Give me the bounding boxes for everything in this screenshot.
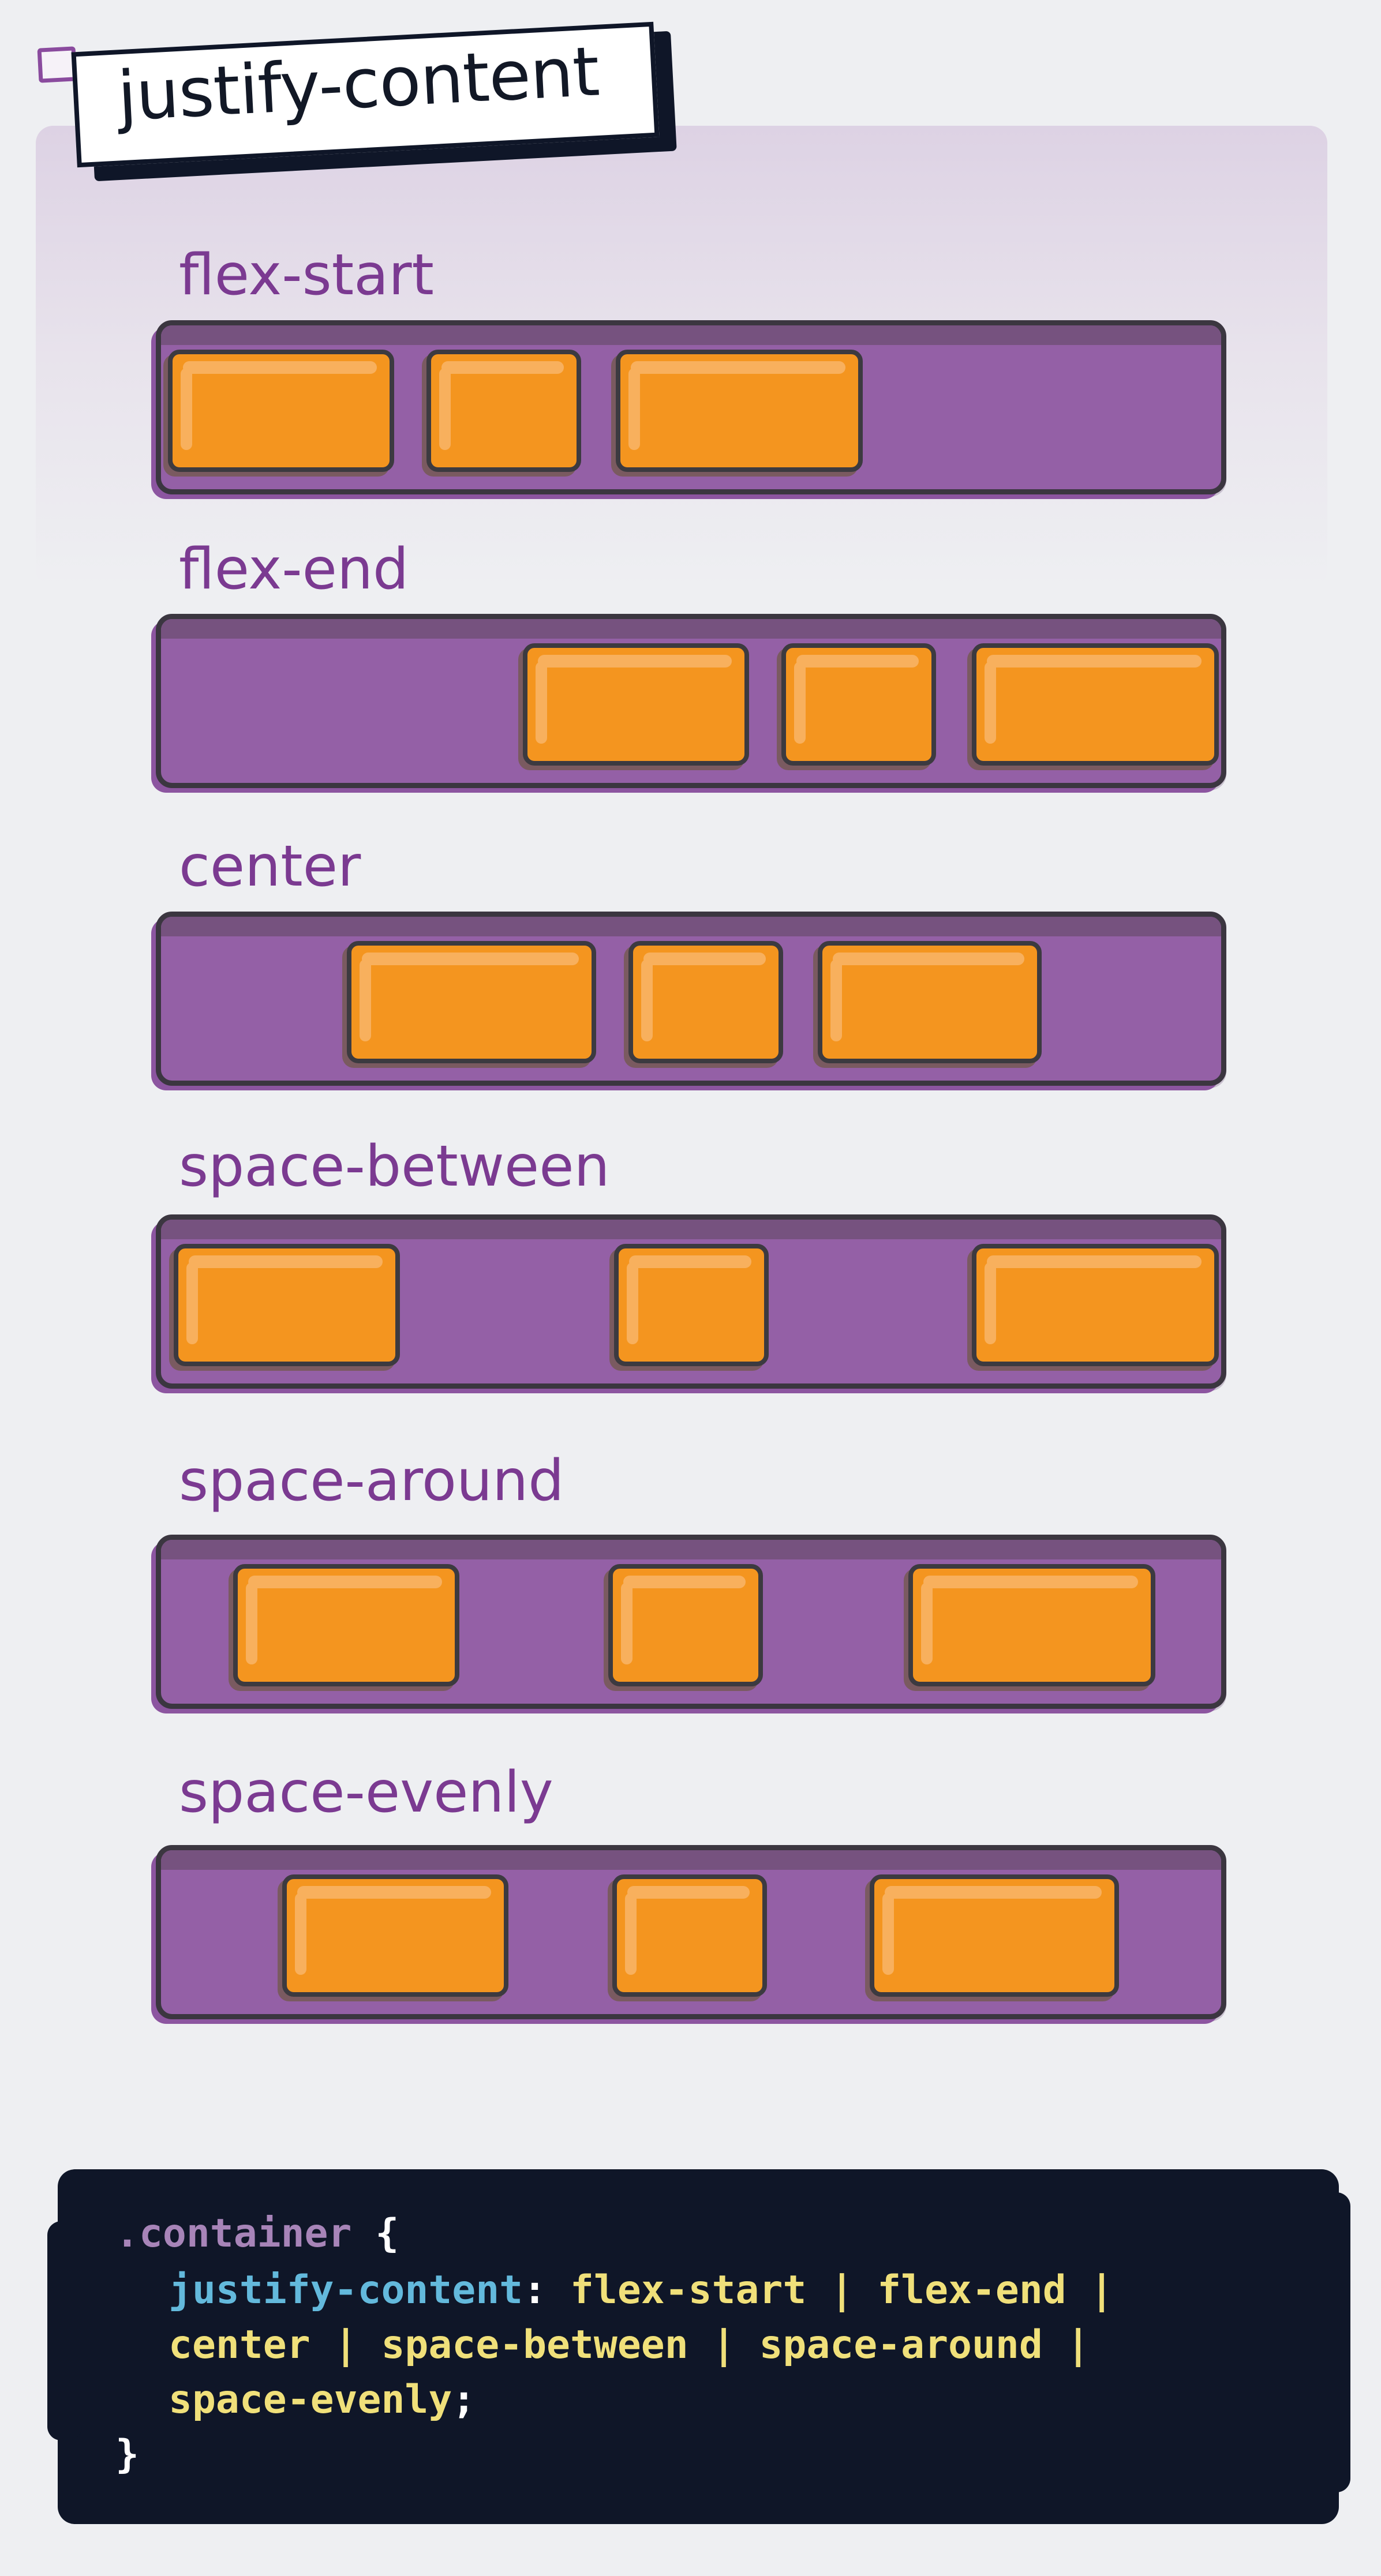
- title-badge: justify-content: [37, 21, 677, 183]
- code-colon: :: [523, 2267, 570, 2313]
- label-space-evenly: space-evenly: [179, 1760, 553, 1825]
- flex-container-flex-start: [156, 320, 1226, 494]
- code-line-3: center | space-between | space-around |: [169, 2322, 1090, 2368]
- label-space-around: space-around: [179, 1448, 564, 1514]
- code-line-5: }: [115, 2432, 139, 2477]
- code-values-3: space-evenly: [169, 2377, 452, 2423]
- flex-item: [347, 941, 596, 1063]
- flex-item: [870, 1874, 1119, 1997]
- flex-item: [972, 643, 1219, 766]
- code-block: .container { justify-content: flex-start…: [47, 2169, 1350, 2524]
- code-open-brace: {: [351, 2211, 399, 2256]
- flex-container-flex-end: [156, 614, 1226, 788]
- flex-item: [608, 1564, 763, 1686]
- flex-item: [972, 1244, 1219, 1366]
- flex-item: [908, 1564, 1155, 1686]
- code-line-2: justify-content: flex-start | flex-end |: [169, 2267, 1114, 2313]
- flex-item: [614, 1244, 769, 1366]
- label-flex-start: flex-start: [179, 242, 434, 308]
- label-flex-end: flex-end: [179, 537, 409, 602]
- flex-item: [612, 1874, 767, 1997]
- flex-item: [523, 643, 749, 766]
- flex-item: [233, 1564, 459, 1686]
- flex-item: [616, 350, 863, 472]
- flex-item: [282, 1874, 508, 1997]
- flex-item: [818, 941, 1042, 1063]
- flex-item: [426, 350, 581, 472]
- code-property: justify-content: [169, 2267, 523, 2313]
- label-space-between: space-between: [179, 1134, 610, 1199]
- code-selector: .container: [115, 2211, 352, 2256]
- flex-container-space-between: [156, 1214, 1226, 1389]
- code-values-1: flex-start | flex-end |: [570, 2267, 1114, 2313]
- code-close-brace: }: [115, 2432, 139, 2477]
- flex-item: [168, 350, 394, 472]
- code-line-1: .container {: [115, 2211, 399, 2256]
- code-line-4: space-evenly;: [169, 2377, 476, 2423]
- flex-item: [174, 1244, 400, 1366]
- code-semicolon: ;: [452, 2377, 476, 2423]
- flex-item: [628, 941, 783, 1063]
- flex-container-space-evenly: [156, 1845, 1226, 2019]
- code-values-2: center | space-between | space-around |: [169, 2322, 1090, 2368]
- flex-container-space-around: [156, 1535, 1226, 1709]
- flex-container-center: [156, 912, 1226, 1086]
- flex-item: [781, 643, 936, 766]
- label-center: center: [179, 834, 361, 899]
